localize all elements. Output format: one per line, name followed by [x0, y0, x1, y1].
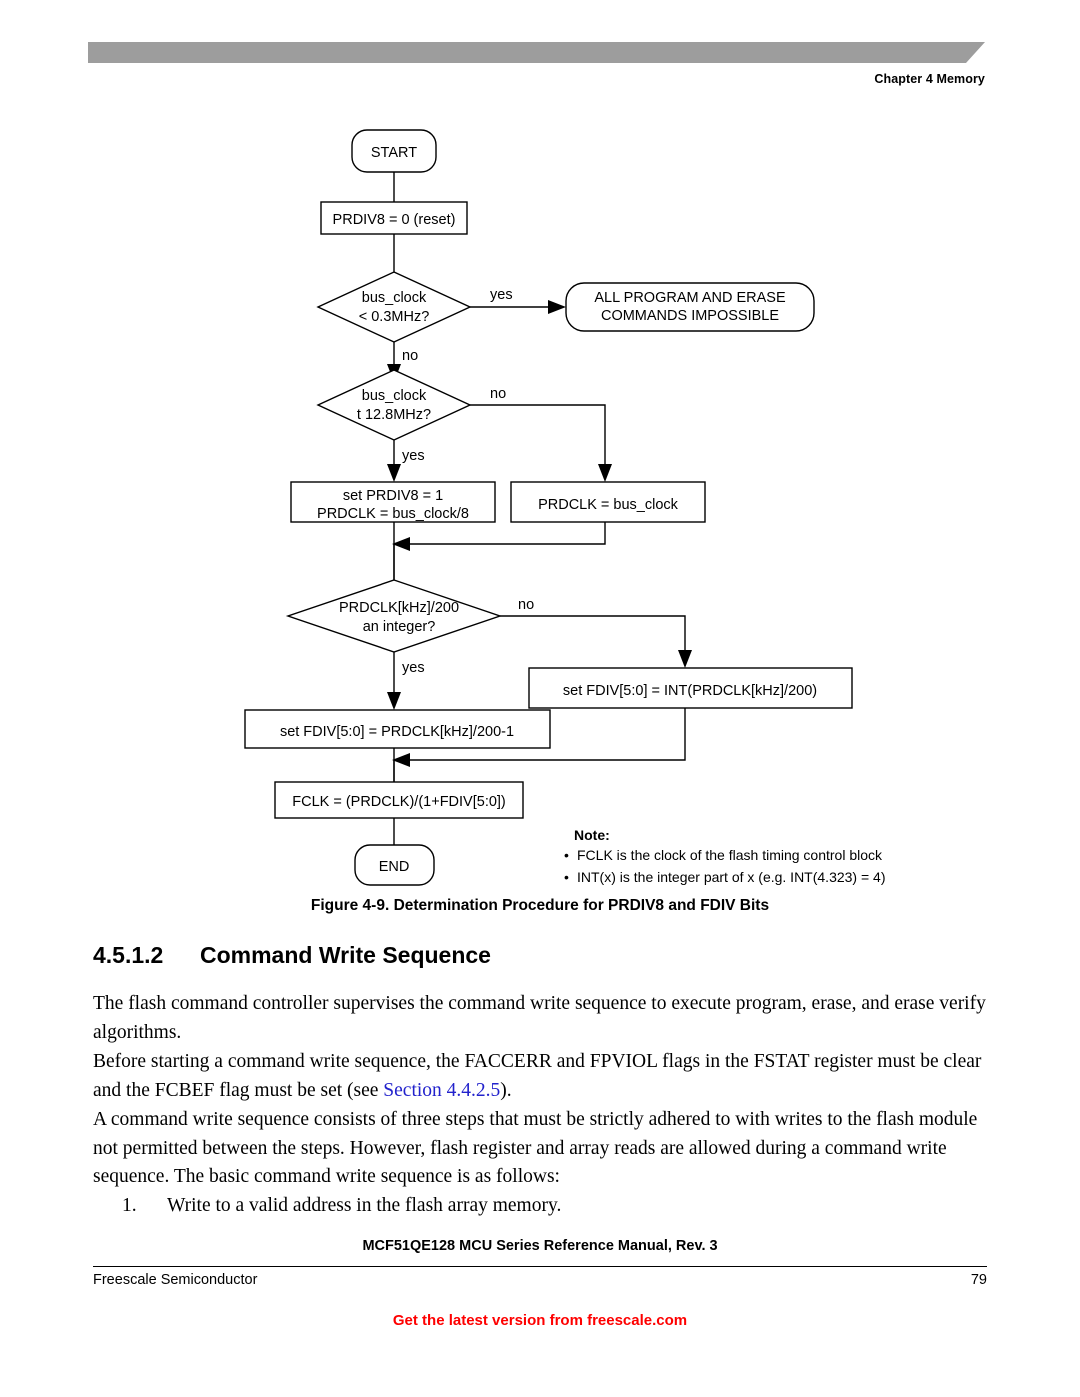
list-item-marker: 1. [122, 1195, 137, 1216]
list-item-text: Write to a valid address in the flash ar… [167, 1195, 562, 1216]
arrowhead-decision2-no [598, 464, 612, 482]
edge-label-yes-1: yes [490, 287, 513, 303]
arrowhead-decision2-yes [387, 464, 401, 482]
edge-label-yes-3: yes [402, 660, 425, 676]
node-impossible-line2: COMMANDS IMPOSSIBLE [601, 308, 779, 324]
node-decision2-line1: bus_clock [362, 388, 427, 404]
paragraph-2-text-before: Before starting a command write sequence… [93, 1051, 982, 1101]
section-cross-reference-link[interactable]: Section 4.4.2.5 [383, 1080, 500, 1101]
footer-page-number: 79 [970, 1272, 987, 1288]
note-bullet-text-1: FCLK is the clock of the flash timing co… [577, 847, 883, 863]
connector-prdclk-merge [404, 522, 606, 545]
node-start-label: START [371, 145, 417, 161]
paragraph-2-text-after: ). [500, 1079, 512, 1101]
node-decision3-line2: an integer? [363, 619, 436, 635]
paragraph-2: Before starting a command write sequence… [93, 1048, 987, 1105]
node-decision-busclock-12p8mhz [316, 369, 472, 441]
node-decision-busclock-0p3mhz [316, 271, 472, 343]
node-set-prdiv8-line2: PRDCLK = bus_clock/8 [317, 506, 469, 522]
edge-label-no-1: no [402, 348, 418, 364]
note-heading: Note: [574, 827, 610, 843]
note-bullet-text-2: INT(x) is the integer part of x (e.g. IN… [577, 869, 886, 885]
connector-decision2-no [470, 404, 606, 470]
node-fclk-label: FCLK = (PRDCLK)/(1+FDIV[5:0]) [292, 794, 506, 810]
node-set-prdiv8-line1: set PRDIV8 = 1 [343, 488, 443, 504]
node-impossible-line1: ALL PROGRAM AND ERASE [594, 290, 786, 306]
node-decision-prdclk-integer [285, 579, 503, 653]
arrowhead-prdclk-merge [392, 537, 410, 551]
node-decision1-line1: bus_clock [362, 290, 427, 306]
note-bullet-glyph-2: • [564, 869, 569, 885]
edge-label-no-2: no [490, 386, 506, 402]
chapter-running-head: Chapter 4 Memory [874, 72, 985, 86]
arrowhead-decision3-no [678, 650, 692, 668]
ordered-list-item-1: 1. Write to a valid address in the flash… [122, 1192, 982, 1221]
footer-divider [93, 1266, 987, 1267]
footer-company: Freescale Semiconductor [93, 1272, 258, 1288]
header-bar-shape [88, 42, 985, 63]
paragraph-3: A command write sequence consists of thr… [93, 1109, 978, 1187]
node-end-label: END [379, 859, 410, 875]
node-decision1-line2: < 0.3MHz? [359, 309, 430, 325]
arrowhead-setfdivint-merge [392, 753, 410, 767]
arrowhead-decision1-yes [548, 300, 566, 314]
edge-label-yes-2: yes [402, 448, 425, 464]
node-set-fdiv-minus1-label: set FDIV[5:0] = PRDCLK[kHz]/200-1 [280, 724, 514, 740]
note-bullet-glyph-1: • [564, 847, 569, 863]
edge-label-no-3: no [518, 597, 534, 613]
node-decision3-line1: PRDCLK[kHz]/200 [339, 600, 459, 616]
node-prdiv8-reset-label: PRDIV8 = 0 (reset) [333, 212, 456, 228]
node-decision2-line2: t 12.8MHz? [357, 407, 431, 423]
footer-manual-title: MCF51QE128 MCU Series Reference Manual, … [362, 1238, 718, 1254]
footer-download-link[interactable]: Get the latest version from freescale.co… [0, 1312, 1080, 1329]
note-bullet-2: • INT(x) is the integer part of x (e.g. … [564, 869, 886, 885]
paragraph-1: The flash command controller supervises … [93, 993, 986, 1043]
header-decorative-bar [88, 42, 985, 63]
connector-decision3-no [500, 615, 686, 656]
note-bullet-1: • FCLK is the clock of the flash timing … [564, 847, 883, 863]
section-title: Command Write Sequence [200, 942, 491, 968]
node-prdclk-busclock-label: PRDCLK = bus_clock [538, 497, 679, 513]
flowchart-figure: START PRDIV8 = 0 (reset) bus_clock < 0.3… [0, 110, 1080, 900]
arrowhead-decision3-yes [387, 692, 401, 710]
node-set-fdiv-int-label: set FDIV[5:0] = INT(PRDCLK[kHz]/200) [563, 683, 817, 699]
section-number: 4.5.1.2 [93, 942, 164, 968]
section-heading: 4.5.1.2 Command Write Sequence [93, 942, 983, 969]
figure-caption: Figure 4-9. Determination Procedure for … [310, 897, 770, 914]
